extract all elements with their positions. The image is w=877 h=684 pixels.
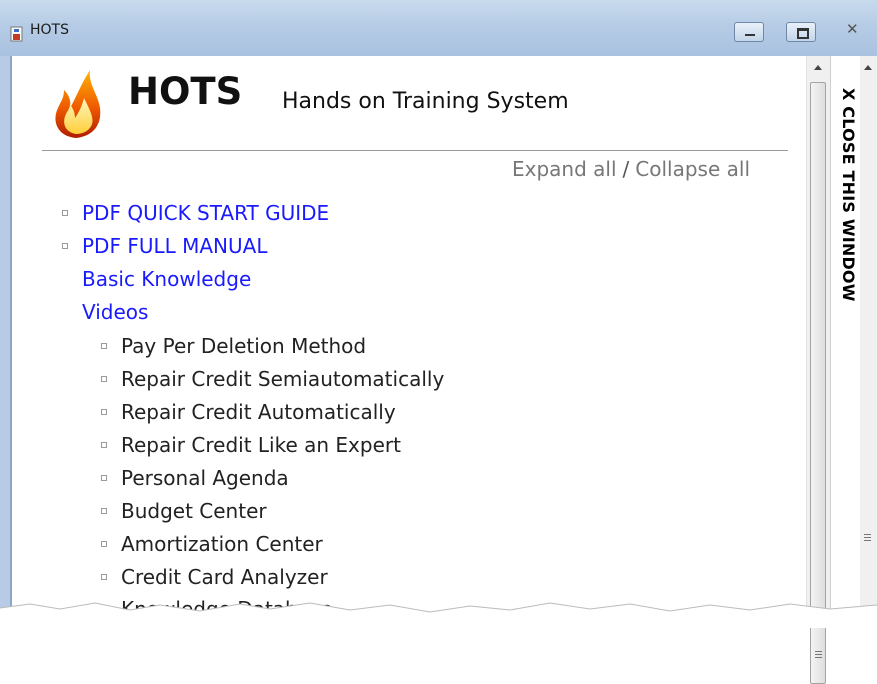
close-window-panel[interactable]: X CLOSE THIS WINDOW (830, 56, 860, 628)
window-title: HOTS (30, 22, 69, 38)
bullet-icon (101, 574, 107, 580)
close-window-label[interactable]: X CLOSE THIS WINDOW (839, 88, 858, 302)
link-videos[interactable]: Videos (82, 300, 148, 324)
expand-all-link[interactable]: Expand all (512, 157, 617, 181)
app-subtitle: Hands on Training System (282, 89, 569, 114)
close-icon: ✕ (846, 20, 859, 38)
window-frame-left (0, 56, 10, 628)
bullet-icon (101, 508, 107, 514)
link-label: PDF QUICK START GUIDE (82, 201, 330, 225)
list-item-video[interactable]: Amortization Center (101, 532, 323, 556)
video-label: Amortization Center (121, 532, 323, 556)
separator: / (622, 157, 630, 181)
bullet-icon (62, 243, 68, 249)
scroll-up-arrow-icon[interactable] (814, 65, 822, 70)
grip-icon (815, 651, 822, 659)
link-basic-knowledge[interactable]: Basic Knowledge (82, 267, 251, 291)
list-item-video[interactable]: Credit Card Analyzer (101, 565, 328, 589)
torn-edge-decoration (0, 602, 877, 628)
bullet-icon (101, 442, 107, 448)
app-icon (10, 26, 23, 42)
expand-collapse-controls: Expand all / Collapse all (512, 157, 750, 181)
scrollbar-thumb[interactable] (810, 82, 826, 684)
bullet-icon (101, 376, 107, 382)
list-item-video[interactable]: Repair Credit Semiautomatically (101, 367, 445, 391)
window-titlebar[interactable]: HOTS ✕ (0, 0, 877, 56)
list-item-video[interactable]: Personal Agenda (101, 466, 289, 490)
close-window-button[interactable]: ✕ (834, 20, 877, 42)
list-item-video[interactable]: Pay Per Deletion Method (101, 334, 367, 358)
bullet-icon (101, 541, 107, 547)
bullet-icon (101, 409, 107, 415)
video-label: Pay Per Deletion Method (121, 334, 367, 358)
link-label: Basic Knowledge (82, 267, 252, 291)
list-item-video[interactable]: Budget Center (101, 499, 267, 523)
header-divider (42, 150, 788, 151)
video-label: Repair Credit Semiautomatically (121, 367, 445, 391)
minimize-button[interactable] (734, 22, 764, 42)
collapse-all-link[interactable]: Collapse all (635, 157, 750, 181)
maximize-button[interactable] (786, 22, 816, 42)
link-label: PDF FULL MANUAL (82, 234, 268, 258)
bullet-icon (62, 210, 68, 216)
content-scrollbar[interactable] (806, 56, 830, 684)
link-pdf-full-manual[interactable]: PDF FULL MANUAL (62, 234, 268, 258)
bullet-icon (101, 343, 107, 349)
link-label: Videos (82, 300, 149, 324)
list-item-video[interactable]: Repair Credit Like an Expert (101, 433, 401, 457)
grip-icon (864, 534, 871, 542)
video-label: Credit Card Analyzer (121, 565, 328, 589)
video-label: Budget Center (121, 499, 267, 523)
help-content: HOTS Hands on Training System Expand all… (12, 56, 805, 628)
list-item-video[interactable]: Repair Credit Automatically (101, 400, 396, 424)
video-label: Personal Agenda (121, 466, 289, 490)
app-name-heading: HOTS (128, 70, 243, 113)
scroll-up-arrow-icon[interactable] (864, 65, 872, 70)
link-pdf-quick-start-guide[interactable]: PDF QUICK START GUIDE (62, 201, 330, 225)
video-label: Repair Credit Automatically (121, 400, 396, 424)
bullet-icon (101, 475, 107, 481)
flame-icon (55, 70, 101, 138)
outer-scrollbar[interactable] (860, 56, 877, 628)
video-label: Repair Credit Like an Expert (121, 433, 401, 457)
